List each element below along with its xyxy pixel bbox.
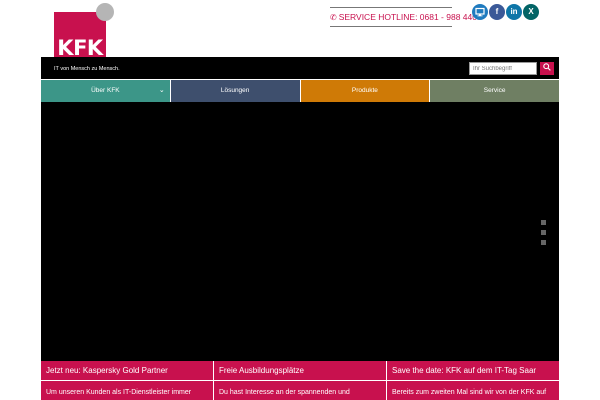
nav-item-ueber-kfk[interactable]: Über KFK ⌄ — [41, 80, 170, 102]
news-text: Bereits zum zweiten Mal sind wir von der… — [392, 389, 547, 396]
facebook-icon[interactable]: f — [489, 4, 505, 20]
news-title[interactable]: Save the date: KFK auf dem IT-Tag Saar — [387, 361, 559, 381]
news-text: Du hast Interesse an der spannenden und — [219, 389, 350, 396]
main-nav: Über KFK ⌄ Lösungen Produkte Service — [41, 80, 559, 102]
news-card[interactable]: Freie Ausbildungsplätze Du hast Interess… — [214, 361, 386, 400]
nav-item-label: Lösungen — [220, 87, 250, 94]
xing-glyph: X — [528, 7, 534, 16]
nav-item-label: Produkte — [351, 87, 378, 94]
nav-item-produkte[interactable]: Produkte — [300, 80, 430, 102]
nav-item-label: Über KFK — [91, 87, 120, 94]
tagline: IT von Mensch zu Mensch. — [54, 66, 120, 72]
nav-item-label: Service — [483, 87, 506, 94]
news-section: Jetzt neu: Kaspersky Gold Partner Um uns… — [41, 361, 559, 400]
desktop-icon[interactable] — [472, 4, 488, 20]
service-hotline[interactable]: ✆ SERVICE HOTLINE: 0681 - 988 440 — [330, 7, 477, 27]
chevron-down-icon[interactable]: ⌄ — [159, 80, 165, 102]
slider-dot[interactable] — [541, 220, 546, 225]
nav-item-service[interactable]: Service — [430, 80, 559, 102]
top-bar: IT von Mensch zu Mensch. — [41, 57, 559, 79]
linkedin-icon[interactable]: in — [506, 4, 522, 20]
hero-slider — [41, 102, 559, 361]
linkedin-glyph: in — [510, 7, 518, 16]
logo-circle-decoration — [96, 3, 114, 21]
news-title[interactable]: Jetzt neu: Kaspersky Gold Partner — [41, 361, 213, 381]
phone-icon: ✆ — [330, 13, 337, 22]
nav-item-loesungen[interactable]: Lösungen — [170, 80, 300, 102]
search-button[interactable] — [540, 62, 554, 75]
news-title[interactable]: Freie Ausbildungsplätze — [214, 361, 386, 381]
slider-pagination — [541, 220, 546, 250]
slider-dot[interactable] — [541, 230, 546, 235]
hotline-label: SERVICE HOTLINE: 0681 - 988 440 — [338, 12, 477, 22]
news-card[interactable]: Save the date: KFK auf dem IT-Tag Saar B… — [387, 361, 559, 400]
facebook-glyph: f — [495, 7, 499, 16]
xing-icon[interactable]: X — [523, 4, 539, 20]
search-icon — [543, 63, 551, 71]
news-card[interactable]: Jetzt neu: Kaspersky Gold Partner Um uns… — [41, 361, 213, 400]
slider-dot[interactable] — [541, 240, 546, 245]
news-text: Um unseren Kunden als IT-Dienstleister i… — [46, 389, 192, 396]
search-input[interactable] — [469, 62, 537, 75]
